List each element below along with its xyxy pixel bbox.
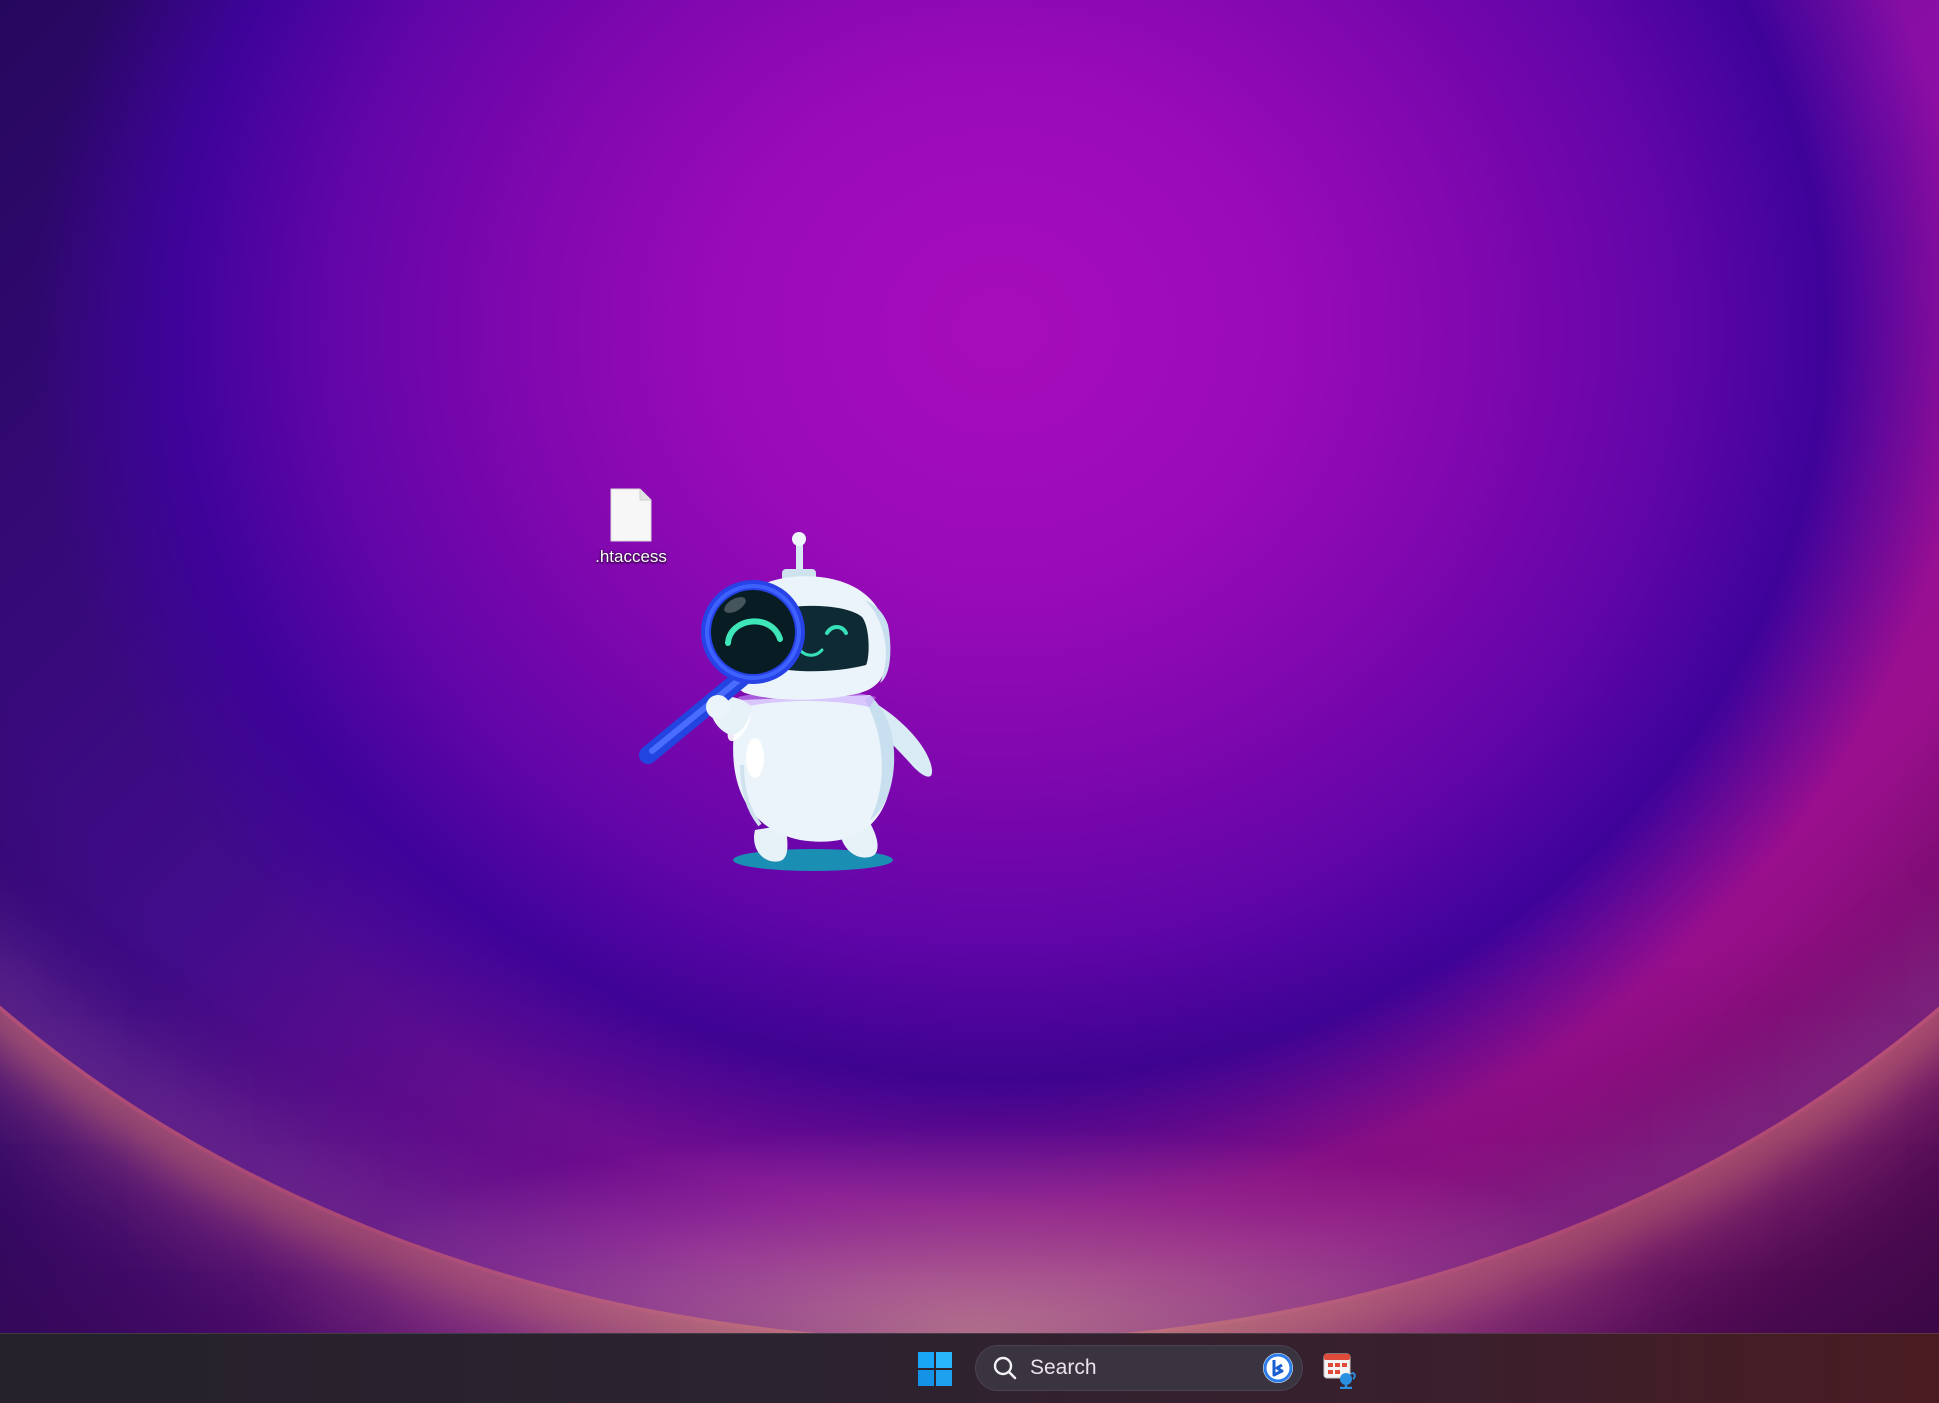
start-button[interactable] xyxy=(914,1348,956,1390)
taskbar-pinned-app[interactable] xyxy=(1318,1347,1362,1391)
wallpaper-vignette xyxy=(0,0,1939,1333)
search-placeholder: Search xyxy=(1030,1356,1097,1379)
bing-icon[interactable] xyxy=(1261,1351,1295,1385)
taskbar-search-box[interactable]: Search xyxy=(975,1345,1303,1391)
search-icon xyxy=(993,1356,1017,1380)
wallpaper-bloom-arc xyxy=(0,0,1939,1333)
robot-magnifier-illustration xyxy=(639,532,933,871)
desktop-background[interactable]: .htaccess xyxy=(0,0,1939,1333)
wallpaper-glow xyxy=(0,0,1939,1333)
app-icon xyxy=(1323,1353,1356,1389)
taskbar: Search xyxy=(0,1333,1939,1403)
windows-logo-icon xyxy=(918,1352,952,1386)
